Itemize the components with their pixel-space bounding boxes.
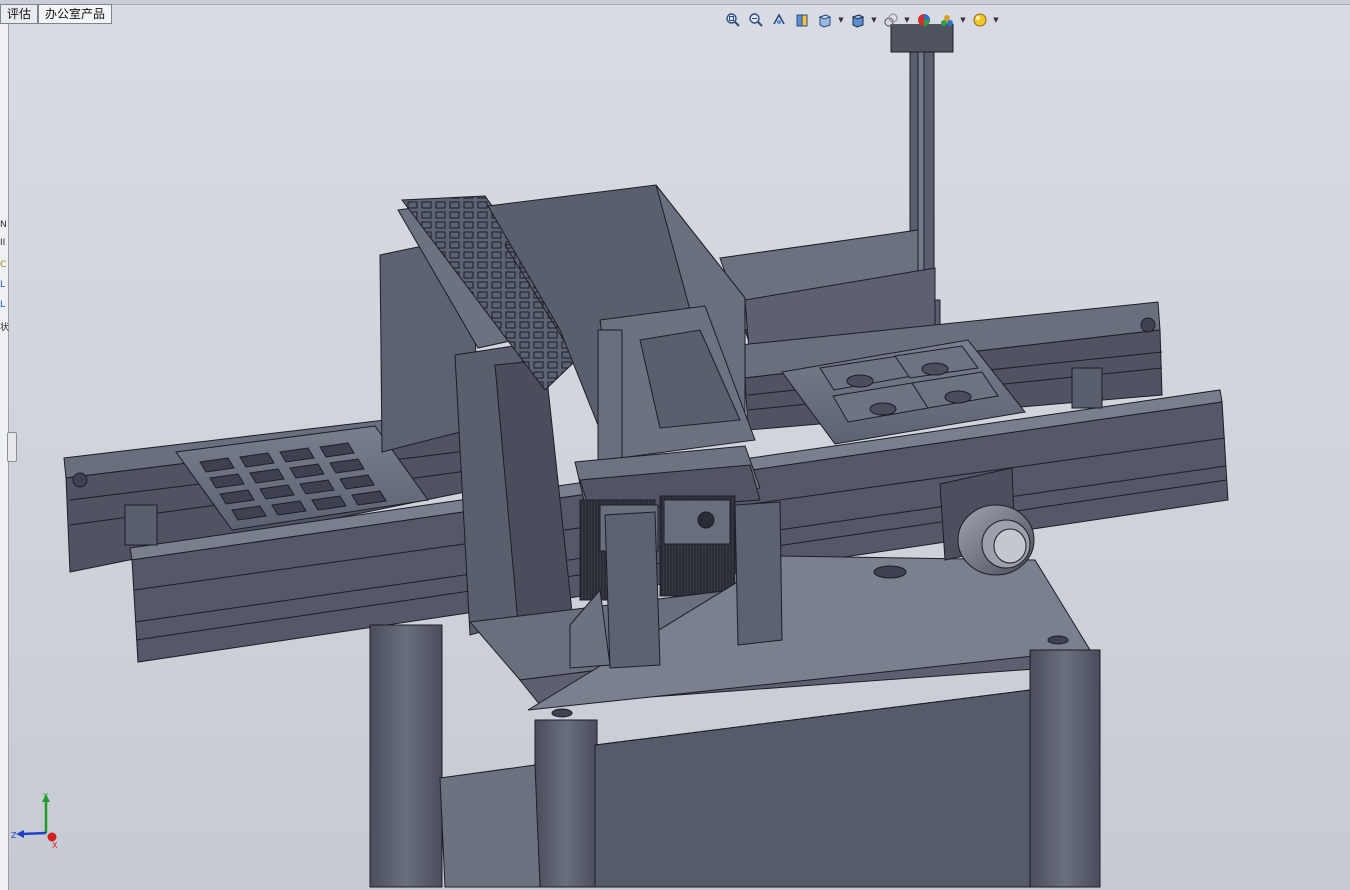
section-view-icon[interactable] (792, 10, 811, 29)
previous-view-icon[interactable] (769, 10, 788, 29)
chevron-down-icon[interactable]: ▼ (993, 10, 999, 29)
triad-z-axis (21, 831, 47, 836)
chevron-down-icon[interactable]: ▼ (960, 10, 966, 29)
apply-scene-icon[interactable] (937, 10, 956, 29)
tree-fragment: 状 (0, 323, 10, 333)
tree-fragment: N (0, 220, 7, 230)
tab-evaluate[interactable]: 评估 (0, 4, 39, 24)
zoom-to-fit-icon[interactable] (723, 10, 742, 29)
tree-fragment: C (0, 260, 7, 270)
view-orientation-icon[interactable] (815, 10, 834, 29)
command-manager-tabs: 评估 办公室产品 (0, 4, 113, 24)
tree-fragment: II (0, 238, 6, 248)
triad-y-label: Y (42, 792, 48, 801)
tab-office-products[interactable]: 办公室产品 (38, 4, 113, 24)
graphics-viewport[interactable] (9, 24, 1350, 890)
chevron-down-icon[interactable]: ▼ (904, 10, 910, 29)
triad-z-label: Z (11, 831, 17, 840)
window-top-border (0, 0, 1350, 5)
zoom-to-area-icon[interactable] (746, 10, 765, 29)
view-settings-icon[interactable] (970, 10, 989, 29)
chevron-down-icon[interactable]: ▼ (838, 10, 844, 29)
display-style-icon[interactable] (848, 10, 867, 29)
tree-fragment: L (0, 300, 6, 310)
tree-fragment: L (0, 280, 6, 290)
hide-show-items-icon[interactable] (881, 10, 900, 29)
reference-triad: Y Z X (11, 792, 58, 850)
chevron-down-icon[interactable]: ▼ (871, 10, 877, 29)
edit-appearance-icon[interactable] (914, 10, 933, 29)
heads-up-view-toolbar: ▼ ▼ ▼ ▼ ▼ (723, 10, 999, 29)
triad-x-label: X (52, 841, 58, 850)
cad-model-3d[interactable] (9, 24, 1350, 890)
